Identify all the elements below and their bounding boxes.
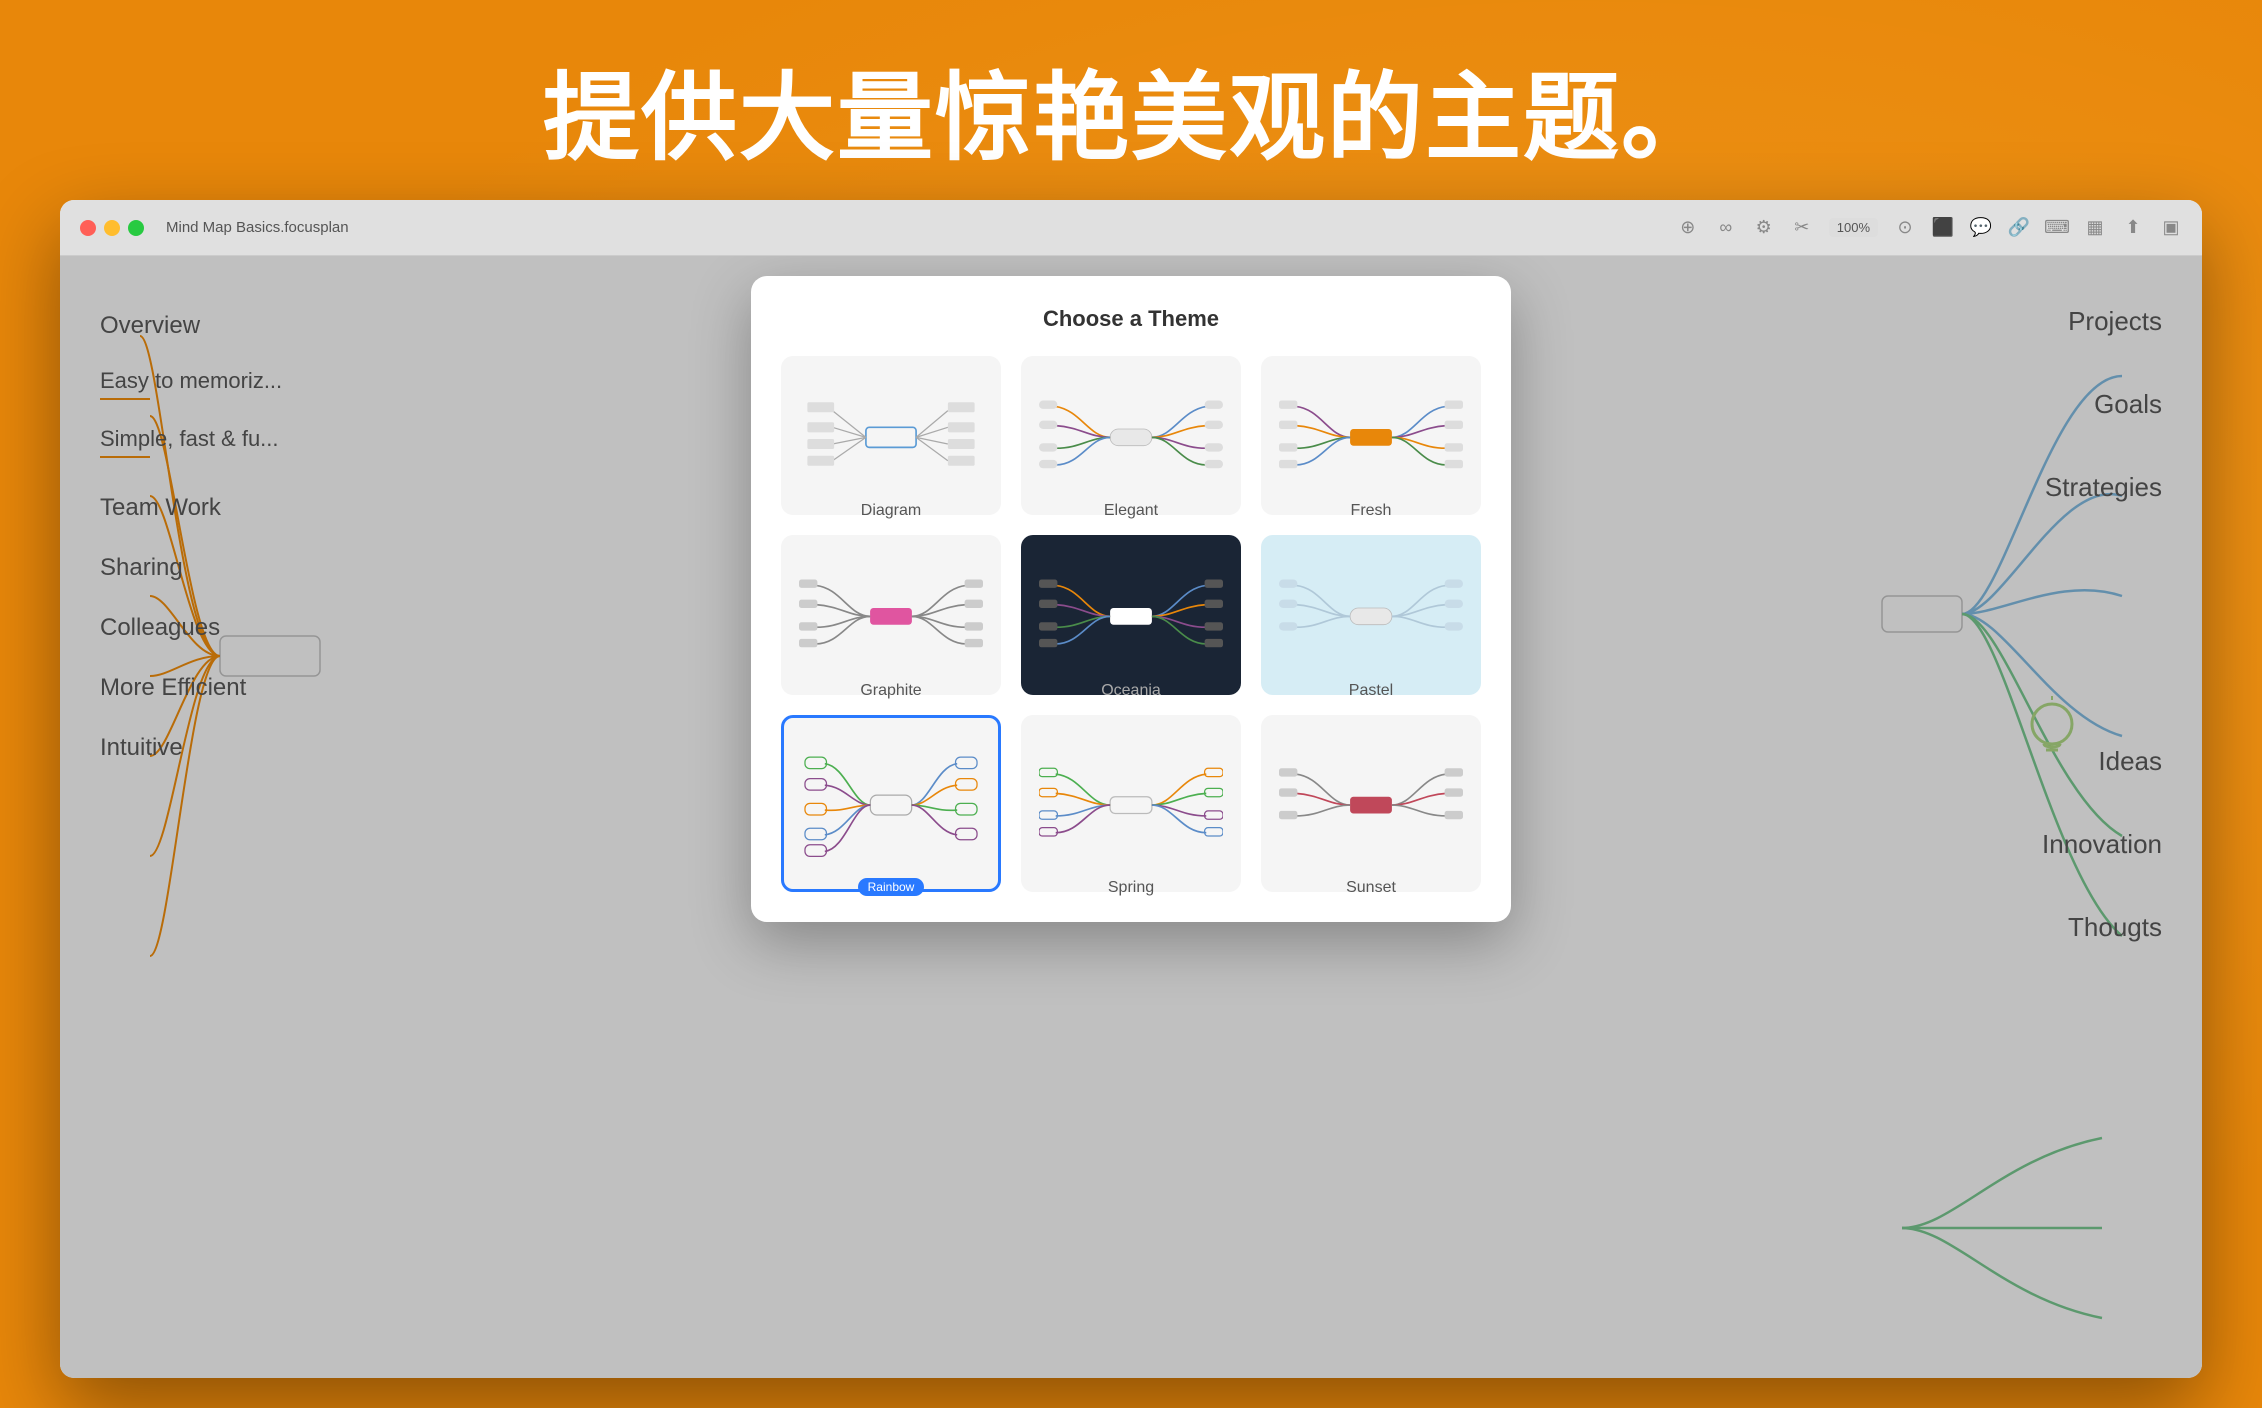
rainbow-preview (800, 734, 982, 873)
theme-card-graphite[interactable]: Graphite (781, 535, 1001, 694)
diagram-preview (799, 374, 983, 497)
minimize-button[interactable] (104, 220, 120, 236)
fresh-preview (1279, 374, 1463, 497)
theme-card-elegant[interactable]: Elegant (1021, 356, 1241, 515)
modal-title: Choose a Theme (781, 306, 1481, 332)
theme-label-rainbow: Rainbow (800, 878, 982, 896)
theme-card-oceania[interactable]: Oceania (1021, 535, 1241, 694)
keyboard-icon[interactable]: ⌨ (2046, 217, 2068, 239)
theme-label-pastel: Pastel (1279, 682, 1463, 700)
zoom-in-icon[interactable]: ⊙ (1894, 217, 1916, 239)
theme-label-spring: Spring (1039, 879, 1223, 897)
oceania-preview (1039, 553, 1223, 676)
theme-card-sunset[interactable]: Sunset (1261, 715, 1481, 892)
title-bar: Mind Map Basics.focusplan ⊕ ∞ ⚙ ✂ 100% ⊙… (60, 200, 2202, 256)
chain-icon[interactable]: 🔗 (2008, 217, 2030, 239)
link-icon[interactable]: ∞ (1715, 217, 1737, 239)
canvas-area: Overview Easy to memoriz... Simple, fast… (60, 256, 2202, 1378)
grid-icon[interactable]: ▦ (2084, 217, 2106, 239)
theme-label-elegant: Elegant (1039, 502, 1223, 520)
traffic-lights (80, 220, 144, 236)
window-title: Mind Map Basics.focusplan (166, 219, 349, 236)
app-window: Mind Map Basics.focusplan ⊕ ∞ ⚙ ✂ 100% ⊙… (60, 200, 2202, 1378)
scissors-icon[interactable]: ✂ (1791, 217, 1813, 239)
theme-card-pastel[interactable]: Pastel (1261, 535, 1481, 694)
theme-grid: Diagram (781, 356, 1481, 892)
theme-label-graphite: Graphite (799, 682, 983, 700)
graphite-preview (799, 553, 983, 676)
elegant-preview (1039, 374, 1223, 497)
pastel-preview (1279, 553, 1463, 676)
maximize-button[interactable] (128, 220, 144, 236)
share-icon[interactable]: ⬆ (2122, 217, 2144, 239)
add-icon[interactable]: ⊕ (1677, 217, 1699, 239)
panel-icon[interactable]: ▣ (2160, 217, 2182, 239)
close-button[interactable] (80, 220, 96, 236)
page-title: 提供大量惊艳美观的主题。 (0, 40, 2262, 179)
theme-label-sunset: Sunset (1279, 879, 1463, 897)
image-icon[interactable]: ⬛ (1932, 217, 1954, 239)
theme-card-fresh[interactable]: Fresh (1261, 356, 1481, 515)
toolbar-icons: ⊕ ∞ ⚙ ✂ 100% ⊙ ⬛ 💬 🔗 ⌨ ▦ ⬆ ▣ (1677, 217, 2182, 239)
sunset-preview (1279, 733, 1463, 874)
theme-card-spring[interactable]: Spring (1021, 715, 1241, 892)
theme-card-rainbow[interactable]: Rainbow (781, 715, 1001, 892)
modal-overlay[interactable]: Choose a Theme (60, 256, 2202, 1378)
theme-label-oceania: Oceania (1039, 682, 1223, 700)
node-icon[interactable]: ⚙ (1753, 217, 1775, 239)
theme-label-fresh: Fresh (1279, 502, 1463, 520)
theme-label-diagram: Diagram (799, 502, 983, 520)
comment-icon[interactable]: 💬 (1970, 217, 1992, 239)
zoom-level[interactable]: 100% (1829, 218, 1878, 237)
spring-preview (1039, 733, 1223, 874)
theme-card-diagram[interactable]: Diagram (781, 356, 1001, 515)
rainbow-badge: Rainbow (858, 878, 925, 896)
theme-chooser-modal: Choose a Theme (751, 276, 1511, 922)
